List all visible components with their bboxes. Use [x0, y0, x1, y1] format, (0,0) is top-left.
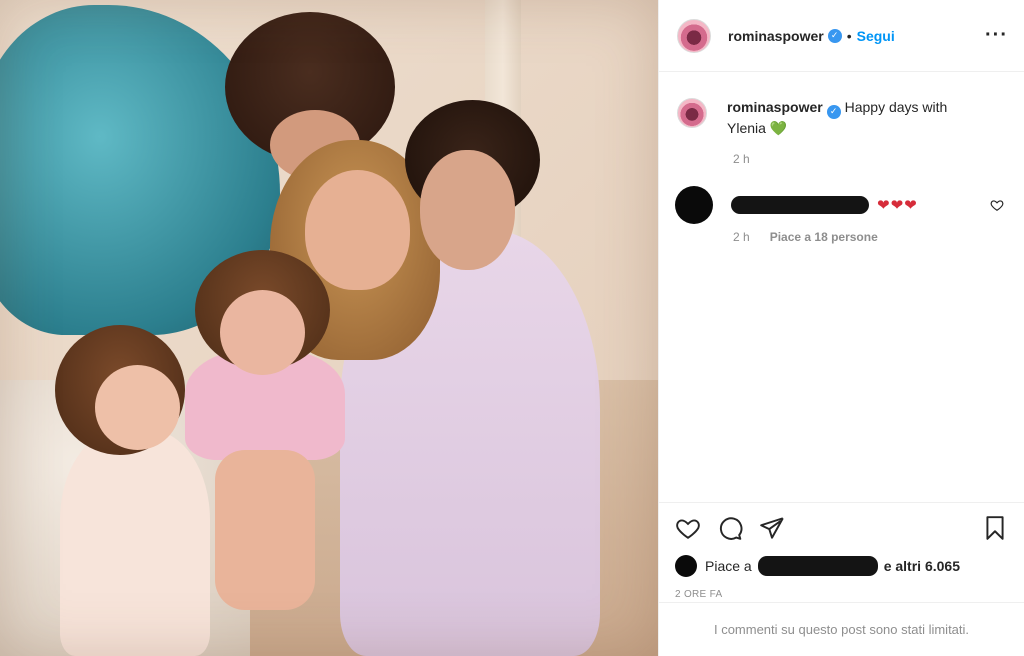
header-username[interactable]: rominaspower: [728, 28, 824, 44]
bookmark-icon[interactable]: [982, 515, 1008, 541]
comment-like-icon[interactable]: [990, 198, 1004, 212]
instagram-post: rominaspower ✓ • Segui ··· rominaspower ✓…: [0, 0, 1024, 656]
post-date: 2 ORE FA: [675, 589, 723, 600]
caption: rominaspower ✓ Happy days with Ylenia 💚: [677, 98, 1008, 138]
likes-count-link[interactable]: e altri 6.065: [884, 558, 960, 574]
comment-icon[interactable]: [717, 515, 743, 541]
green-heart-emoji: 💚: [769, 119, 788, 136]
avatar[interactable]: [677, 98, 707, 128]
photo-vignette: [0, 0, 658, 656]
redacted-username: [731, 195, 869, 214]
liker-avatar[interactable]: [675, 555, 697, 577]
caption-time: 2 h: [733, 151, 750, 166]
heart-icon[interactable]: [675, 515, 701, 541]
likes-prefix: Piace a: [705, 558, 752, 574]
header-separator: •: [846, 27, 852, 44]
comment-row: ❤❤❤: [675, 185, 1008, 224]
verified-badge-icon: ✓: [827, 28, 842, 43]
post-side-panel: rominaspower ✓ • Segui ··· rominaspower ✓…: [658, 0, 1024, 656]
verified-badge-icon: ✓: [826, 104, 841, 119]
comment-text: ❤❤❤: [877, 196, 918, 214]
action-icons: [675, 515, 1008, 541]
comments-section: rominaspower ✓ Happy days with Ylenia 💚 2…: [659, 72, 1024, 502]
likes-summary: Piace a e altri 6.065: [675, 555, 1008, 577]
follow-button[interactable]: Segui: [857, 28, 895, 44]
redacted-avatar[interactable]: [675, 185, 713, 224]
comment-time: 2 h: [733, 229, 750, 244]
post-actions: Piace a e altri 6.065 2 ORE FA: [659, 502, 1024, 602]
avatar[interactable]: [677, 18, 711, 53]
comment-meta: 2 h Piace a 18 persone: [733, 230, 1008, 244]
comments-limited-notice: I commenti su questo post sono stati lim…: [659, 602, 1024, 656]
more-options-icon[interactable]: ···: [985, 24, 1008, 47]
post-photo[interactable]: [0, 0, 658, 656]
share-icon[interactable]: [759, 515, 785, 541]
comment-likes-link[interactable]: Piace a 18 persone: [770, 230, 878, 244]
post-header: rominaspower ✓ • Segui ···: [659, 0, 1024, 72]
caption-username[interactable]: rominaspower: [727, 99, 823, 115]
caption-text-block: rominaspower ✓ Happy days with Ylenia 💚: [727, 98, 987, 138]
redacted-liker-name: [757, 556, 878, 576]
